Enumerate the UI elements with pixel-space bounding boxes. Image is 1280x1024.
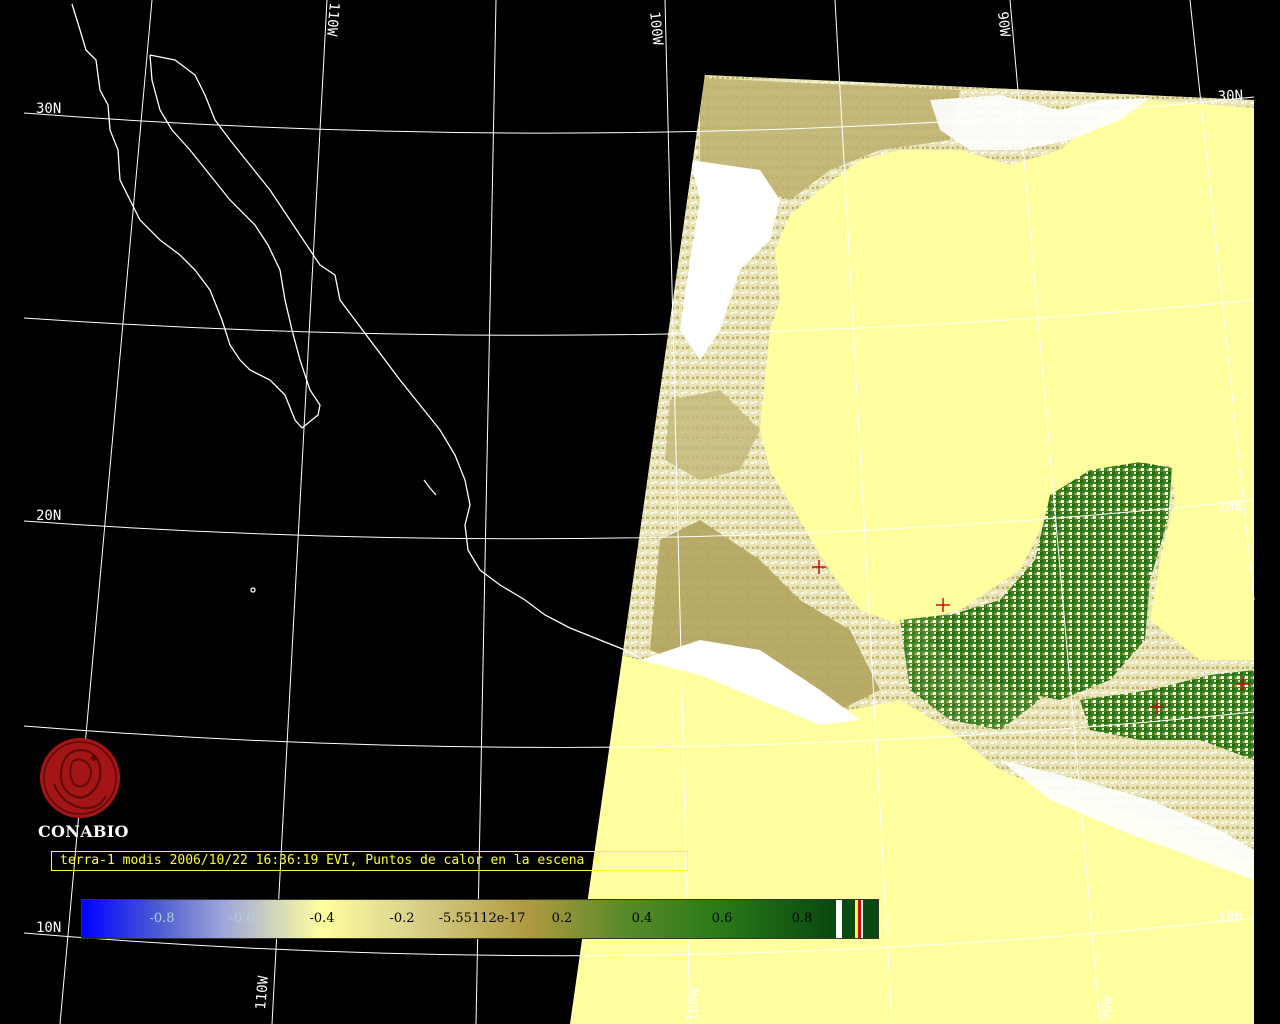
baja-california-west-coast: [71, 3, 303, 429]
label-lat-10n-right: 10N: [1217, 909, 1243, 926]
label-lon-100w-top: 100W: [646, 11, 665, 47]
colorbar-tick-label: 0.2: [551, 911, 573, 926]
colorbar-tick-label: 0.6: [711, 911, 733, 926]
colorbar-special-mark: [861, 900, 863, 938]
colorbar-special-mark: [836, 900, 842, 938]
label-lat-20n-right: 20N: [1217, 499, 1243, 516]
baja-california-east-coast: [149, 54, 321, 429]
sonora-coast: [149, 54, 641, 659]
evi-colorbar: -0.8 -0.6 -0.4 -0.2 -5.55112e-17 0.2 0.4 0.6 0.8: [81, 899, 879, 939]
islas-tres-marias: [423, 479, 437, 496]
colorbar-tick-label: -0.4: [309, 911, 335, 926]
label-lat-30n-left: 30N: [36, 101, 61, 117]
colorbar-tick-label: -5.55112e-17: [438, 911, 526, 926]
label-lon-110w-top: 110W: [323, 2, 342, 38]
satellite-scene: [570, 75, 1254, 1024]
colorbar-tick-label: -0.8: [149, 911, 175, 926]
scene-caption: terra-1 modis 2006/10/22 16:36:19 EVI, P…: [51, 851, 688, 871]
coastline: [71, 3, 641, 659]
logo-name: CONABIO: [38, 822, 129, 841]
colorbar-tick-label: 0.4: [631, 911, 653, 926]
label-lon-90w-top: 90W: [994, 11, 1013, 38]
label-lat-10n-left: 10N: [36, 920, 61, 936]
island-revillagigedo: [250, 587, 256, 593]
colorbar-tick-label: -0.2: [389, 911, 415, 926]
label-lat-30n-right: 30N: [1217, 88, 1243, 105]
conabio-logo-icon: [40, 738, 120, 818]
colorbar-tick-label: 0.8: [791, 911, 813, 926]
label-lon-90w-bottom: 90W: [1098, 995, 1117, 1022]
colorbar-tick-label: -0.6: [229, 911, 255, 926]
label-lon-110w-bottom: 110W: [253, 975, 272, 1011]
label-lat-20n-left: 20N: [36, 508, 61, 524]
